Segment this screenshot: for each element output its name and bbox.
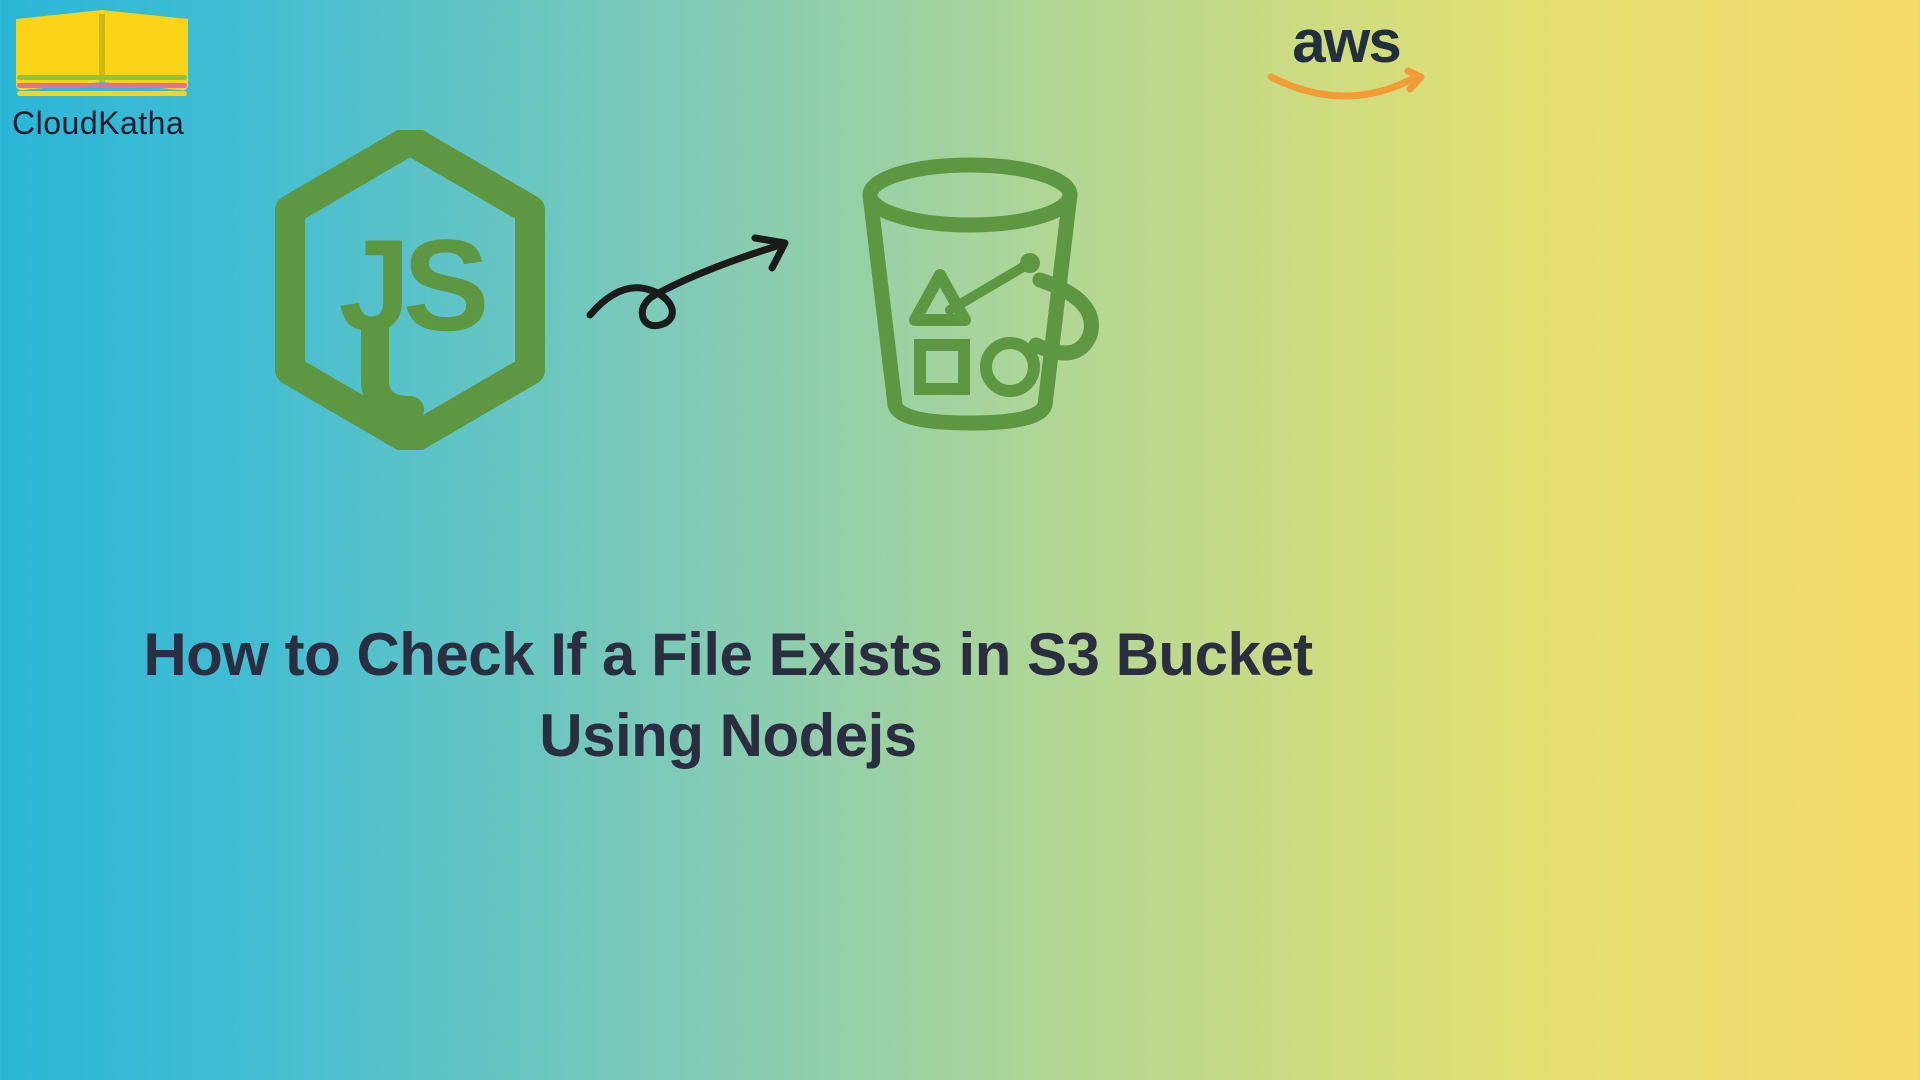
cloudkatha-name: CloudKatha (12, 105, 192, 142)
nodejs-icon: JS (270, 130, 550, 450)
aws-smile-icon (1266, 67, 1426, 117)
cloudkatha-logo: CloudKatha (12, 10, 192, 142)
stripe-green (17, 75, 187, 80)
aws-text: aws (1266, 12, 1426, 72)
stripe-yellow (17, 91, 187, 96)
cloudkatha-book-icon (12, 10, 192, 100)
stripe-pink (17, 83, 187, 88)
diagram: JS (270, 130, 1110, 450)
squiggle-arrow-icon (580, 220, 800, 340)
book-spine (99, 14, 105, 82)
aws-logo: aws (1266, 12, 1426, 122)
s3-bucket-icon (830, 145, 1110, 435)
page-title: How to Check If a File Exists in S3 Buck… (0, 614, 1456, 776)
svg-text:JS: JS (338, 212, 484, 358)
book-stripes (12, 75, 192, 96)
